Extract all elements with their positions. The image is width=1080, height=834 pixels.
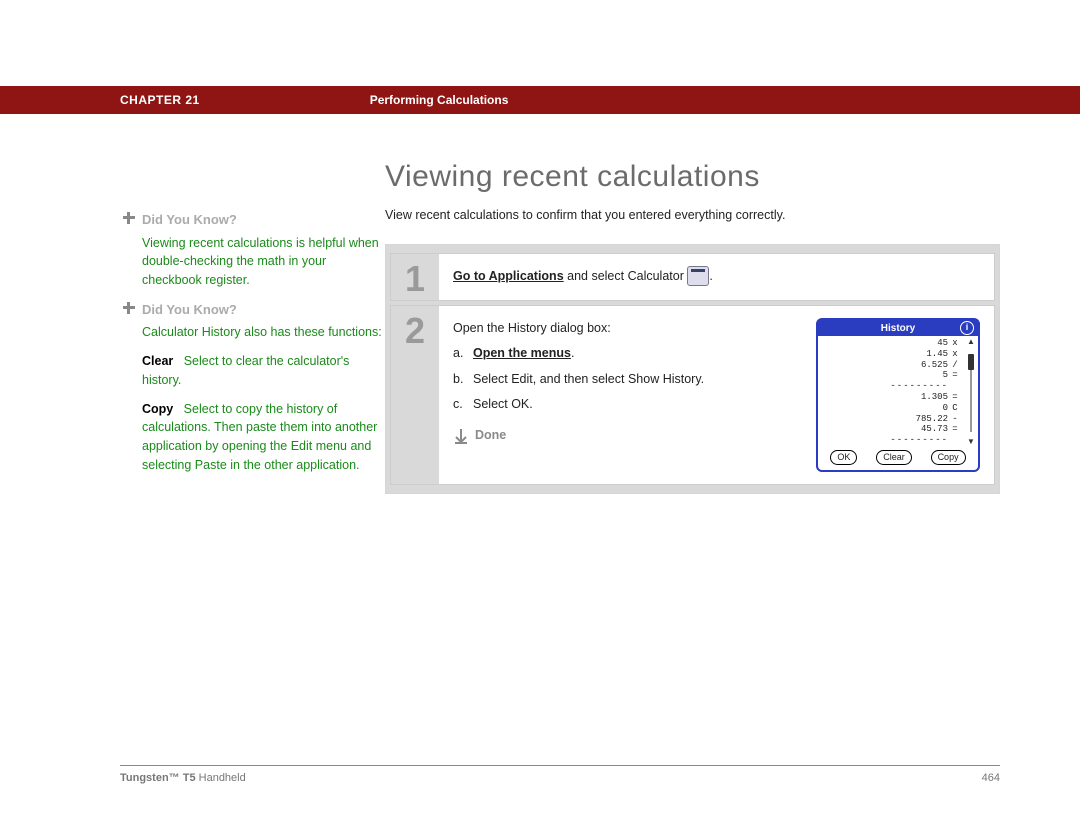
calculator-icon	[687, 266, 709, 286]
clear-button[interactable]: Clear	[876, 450, 912, 465]
step-2b: Select Edit, and then select Show Histor…	[473, 369, 704, 390]
product-name: Tungsten™ T5 Handheld	[120, 772, 246, 784]
history-titlebar: History i	[818, 320, 978, 336]
step-number: 2	[391, 306, 439, 484]
sidebar-tip-clear: Clear Select to clear the calculator's h…	[120, 352, 385, 390]
history-list: 45x 1.45x 6.525/ 5= --------- 1.305= 0C …	[820, 338, 964, 446]
plus-icon	[120, 299, 138, 317]
scroll-thumb	[968, 354, 974, 370]
steps-container: 1 Go to Applications and select Calculat…	[385, 244, 1000, 494]
open-the-menus-link[interactable]: Open the menus	[473, 346, 571, 360]
ok-button[interactable]: OK	[830, 450, 857, 465]
chapter-banner: CHAPTER 21 Performing Calculations	[0, 86, 1080, 114]
go-to-applications-link[interactable]: Go to Applications	[453, 269, 564, 283]
step-number: 1	[391, 254, 439, 300]
step-2c: Select OK.	[473, 394, 533, 415]
intro-text: View recent calculations to confirm that…	[385, 208, 1000, 222]
down-arrow-icon	[453, 428, 469, 444]
scroll-up-icon: ▲	[966, 338, 976, 346]
info-icon[interactable]: i	[960, 321, 974, 335]
did-you-know-header: Did You Know?	[120, 210, 385, 230]
sidebar: Did You Know? Viewing recent calculation…	[120, 160, 385, 494]
step-2-intro: Open the History dialog box:	[453, 318, 804, 339]
step-2: 2 Open the History dialog box: a.Open th…	[390, 305, 995, 485]
sidebar-tip-2-intro: Calculator History also has these functi…	[120, 323, 385, 342]
did-you-know-header: Did You Know?	[120, 300, 385, 320]
done-indicator: Done	[453, 425, 804, 446]
page-heading: Viewing recent calculations	[385, 160, 1000, 194]
copy-button[interactable]: Copy	[931, 450, 966, 465]
sidebar-tip-1: Viewing recent calculations is helpful w…	[120, 234, 385, 290]
chapter-number: CHAPTER 21	[120, 93, 200, 107]
main-content: Viewing recent calculations View recent …	[385, 160, 1000, 494]
sidebar-tip-copy: Copy Select to copy the history of calcu…	[120, 400, 385, 475]
history-dialog: History i 45x 1.45x 6.525/ 5= ---------	[816, 318, 980, 472]
plus-icon	[120, 209, 138, 227]
page-number: 464	[982, 772, 1000, 784]
scrollbar[interactable]: ▲ ▼	[966, 338, 976, 446]
page-footer: Tungsten™ T5 Handheld 464	[120, 765, 1000, 784]
chapter-title: Performing Calculations	[370, 93, 509, 107]
scroll-down-icon: ▼	[966, 438, 976, 446]
step-1: 1 Go to Applications and select Calculat…	[390, 253, 995, 301]
